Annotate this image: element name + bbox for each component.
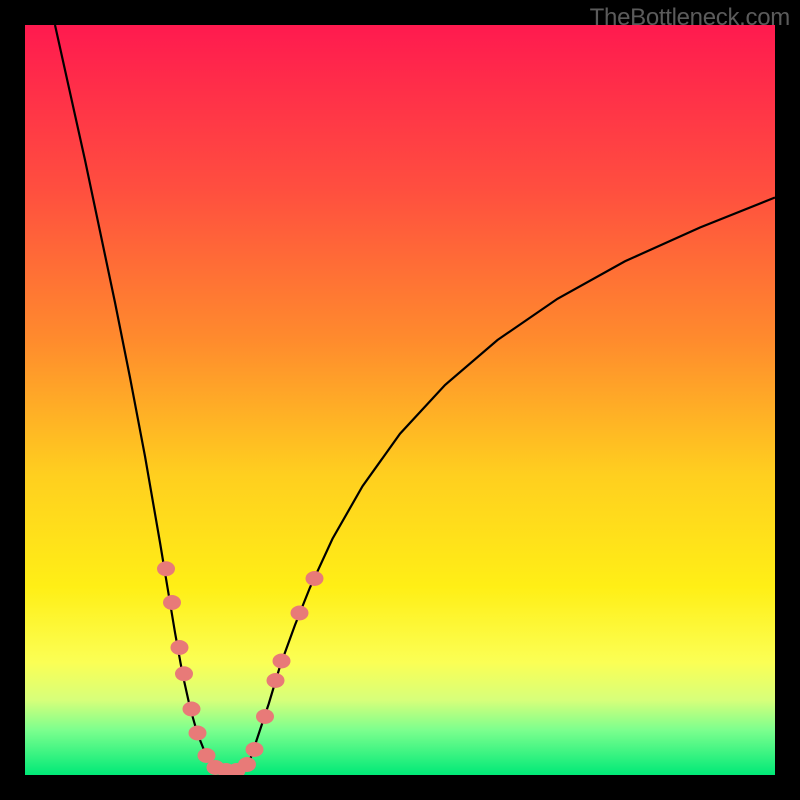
watermark-text: TheBottleneck.com bbox=[590, 4, 790, 32]
scatter-dot bbox=[238, 757, 256, 772]
scatter-dot bbox=[189, 726, 207, 741]
scatter-dot bbox=[273, 654, 291, 669]
scatter-dots bbox=[157, 561, 324, 775]
chart-frame: TheBottleneck.com bbox=[0, 0, 800, 800]
scatter-dot bbox=[183, 702, 201, 717]
chart-overlay bbox=[25, 25, 775, 775]
scatter-dot bbox=[291, 606, 309, 621]
scatter-dot bbox=[306, 571, 324, 586]
scatter-dot bbox=[246, 742, 264, 757]
scatter-dot bbox=[175, 666, 193, 681]
curve-right-branch bbox=[244, 198, 775, 770]
scatter-dot bbox=[171, 640, 189, 655]
scatter-dot bbox=[163, 595, 181, 610]
scatter-dot bbox=[256, 709, 274, 724]
scatter-dot bbox=[157, 561, 175, 576]
scatter-dot bbox=[267, 673, 285, 688]
plot-area bbox=[25, 25, 775, 775]
curve-left-branch bbox=[55, 25, 218, 769]
